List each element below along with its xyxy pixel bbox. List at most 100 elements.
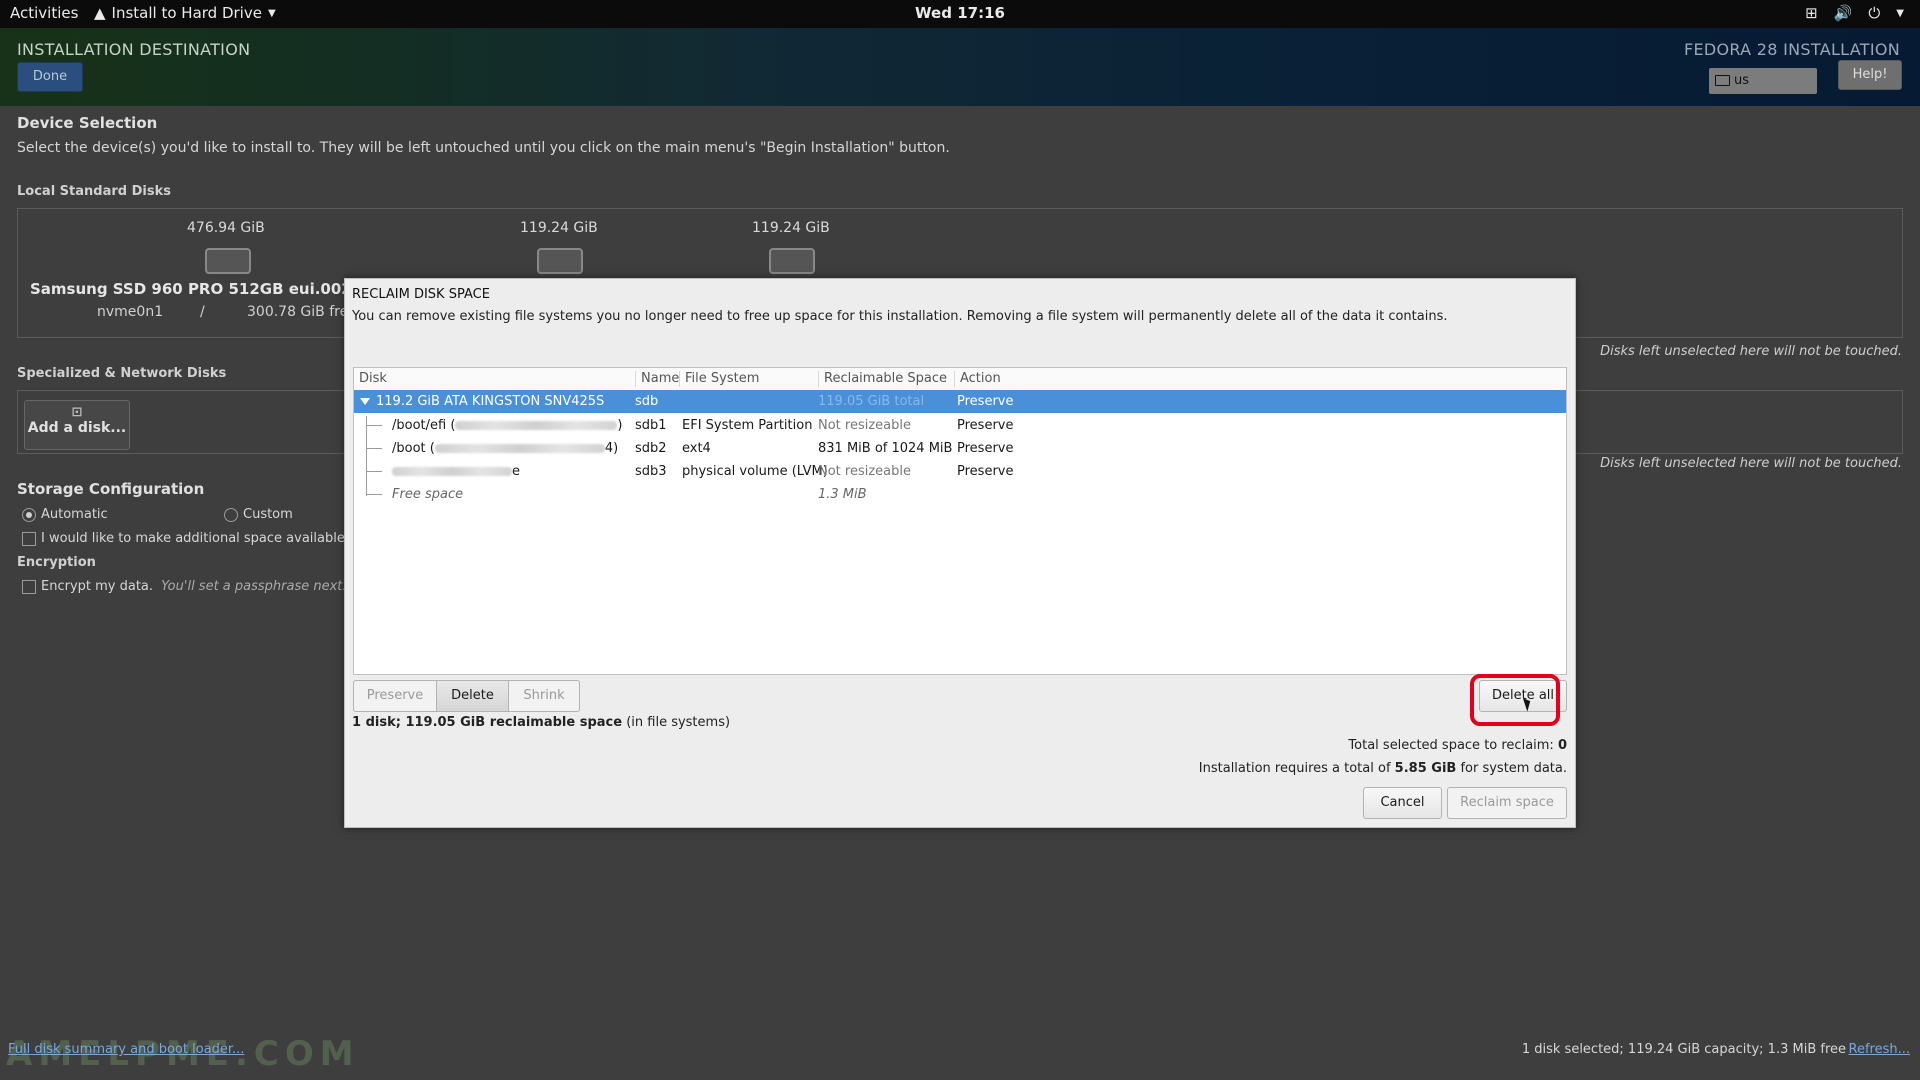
redacted-text (455, 421, 618, 430)
gnome-top-bar: Activities ▲ Install to Hard Drive ▼ Wed… (0, 0, 1920, 28)
app-menu[interactable]: ▲ Install to Hard Drive ▼ (94, 4, 276, 22)
name-cell: sdb2 (635, 441, 667, 456)
encrypt-checkbox[interactable]: Encrypt my data. You'll set a passphrase… (22, 579, 347, 594)
tree-row-disk-sdb[interactable]: 119.2 GiB ATA KINGSTON SNV425S sdb 119.0… (354, 390, 1566, 413)
disk-tree-view[interactable]: Disk Name File System Reclaimable Space … (353, 367, 1567, 675)
chevron-down-icon[interactable]: ▼ (1896, 8, 1904, 19)
disk-cell: Free space (392, 487, 464, 502)
activities-button[interactable]: Activities (10, 4, 78, 22)
spoke-header: INSTALLATION DESTINATION Done FEDORA 28 … (0, 28, 1920, 106)
redacted-text (392, 467, 512, 476)
additional-space-checkbox[interactable]: I would like to make additional space av… (22, 531, 349, 546)
disk-size: 119.24 GiB (520, 220, 598, 236)
disk-free: 300.78 GiB fre (247, 304, 349, 320)
checkbox-icon (22, 579, 36, 594)
reclaimable-cell: 831 MiB of 1024 MiB (818, 441, 953, 456)
disk-device: nvme0n1 (97, 304, 164, 320)
name-cell: sdb (635, 394, 659, 409)
help-button[interactable]: Help! (1838, 60, 1902, 90)
refresh-link[interactable]: Refresh... (1849, 1042, 1911, 1057)
custom-radio[interactable]: Custom (224, 507, 293, 522)
action-cell: Preserve (957, 394, 1014, 409)
column-header-disk[interactable]: Disk (354, 371, 635, 387)
action-cell: Preserve (957, 441, 1014, 456)
clock[interactable]: Wed 17:16 (0, 4, 1920, 22)
keyboard-icon (1715, 75, 1730, 86)
disk-tile-3[interactable]: 119.24 GiB (732, 214, 852, 274)
tree-row-free-space[interactable]: Free space 1.3 MiB (354, 483, 1566, 506)
reclaimable-cell: Not resizeable (818, 464, 911, 479)
disk-cell: e (392, 460, 520, 483)
product-title: FEDORA 28 INSTALLATION (1683, 40, 1900, 59)
reclaimable-cell: 1.3 MiB (818, 487, 867, 502)
name-cell: sdb3 (635, 464, 667, 479)
reclaim-disk-space-dialog: RECLAIM DISK SPACE You can remove existi… (344, 278, 1576, 828)
system-tray[interactable]: ⊞ 🔊 ⏻ ▼ (1805, 4, 1904, 22)
hard-disk-icon (205, 248, 251, 274)
cancel-button[interactable]: Cancel (1363, 787, 1442, 819)
untouched-note: Disks left unselected here will not be t… (1600, 344, 1902, 359)
done-button[interactable]: Done (17, 62, 83, 92)
dialog-title: RECLAIM DISK SPACE (352, 287, 490, 302)
local-disks-title: Local Standard Disks (17, 184, 171, 199)
storage-config-title: Storage Configuration (17, 480, 205, 498)
disk-cell: /boot (4) (392, 441, 619, 456)
file-system-cell: physical volume (LVM) (682, 464, 828, 479)
column-header-action[interactable]: Action (954, 371, 1080, 387)
delete-button[interactable]: Delete (436, 680, 509, 712)
encrypt-label: Encrypt my data. (41, 579, 154, 594)
full-disk-summary-link[interactable]: Full disk summary and boot loader... (8, 1042, 244, 1057)
reclaimable-cell: Not resizeable (818, 418, 911, 433)
chevron-down-icon: ▼ (267, 7, 276, 19)
total-selected-text: Total selected space to reclaim: 0 (1348, 738, 1567, 753)
expander-down-icon[interactable] (360, 398, 370, 405)
installer-app-icon: ▲ (94, 4, 106, 22)
name-cell: sdb1 (635, 418, 667, 433)
add-disk-label: Add a disk... (27, 420, 127, 436)
disk-name: Samsung SSD 960 PRO 512GB eui.0025385 (30, 280, 394, 298)
installation-requires-text: Installation requires a total of 5.85 Gi… (1198, 761, 1567, 776)
tree-header: Disk Name File System Reclaimable Space … (354, 368, 1566, 391)
tree-row-sdb3[interactable]: e sdb3 physical volume (LVM) Not resizea… (354, 460, 1566, 483)
hard-disk-selected-icon (769, 248, 815, 274)
radio-unchecked-icon (224, 507, 238, 522)
hard-disk-icon (537, 248, 583, 274)
app-menu-label: Install to Hard Drive (111, 4, 262, 22)
tree-row-sdb1[interactable]: /boot/efi () sdb1 EFI System Partition N… (354, 414, 1566, 437)
highlight-annotation (1470, 674, 1560, 726)
reclaim-space-button[interactable]: Reclaim space (1447, 787, 1567, 819)
power-icon[interactable]: ⏻ (1868, 4, 1880, 22)
network-disks-title: Specialized & Network Disks (17, 366, 227, 381)
redacted-text (434, 444, 605, 453)
volume-icon[interactable]: 🔊 (1834, 4, 1853, 22)
preserve-button[interactable]: Preserve (353, 680, 437, 712)
disk-cell: 119.2 GiB ATA KINGSTON SNV425S (356, 390, 604, 413)
device-selection-title: Device Selection (17, 114, 158, 132)
automatic-radio[interactable]: Automatic (22, 507, 108, 522)
tree-row-sdb2[interactable]: /boot (4) sdb2 ext4 831 MiB of 1024 MiB … (354, 437, 1566, 460)
additional-space-label: I would like to make additional space av… (41, 531, 349, 546)
keyboard-layout-label: us (1734, 73, 1750, 88)
column-header-reclaimable-space[interactable]: Reclaimable Space (818, 371, 954, 387)
encryption-title: Encryption (17, 555, 96, 570)
network-icon[interactable]: ⊞ (1805, 4, 1818, 22)
reclaimable-summary: 1 disk; 119.05 GiB reclaimable space (in… (352, 715, 731, 730)
device-selection-description: Select the device(s) you'd like to insta… (17, 140, 950, 156)
custom-label: Custom (243, 507, 293, 522)
radio-checked-icon (22, 507, 36, 522)
disk-status-text: 1 disk selected; 119.24 GiB capacity; 1.… (1521, 1042, 1846, 1057)
dialog-description: You can remove existing file systems you… (352, 309, 1448, 324)
shrink-button[interactable]: Shrink (508, 680, 580, 712)
add-disk-button[interactable]: ⊡ Add a disk... (24, 400, 130, 450)
column-header-file-system[interactable]: File System (679, 371, 817, 387)
checkbox-icon (22, 531, 36, 546)
action-cell: Preserve (957, 464, 1014, 479)
automatic-label: Automatic (41, 507, 108, 522)
disk-size: 119.24 GiB (752, 220, 830, 236)
keyboard-layout-indicator[interactable]: us (1709, 68, 1817, 94)
file-system-cell: ext4 (682, 441, 711, 456)
untouched-note-2: Disks left unselected here will not be t… (1600, 456, 1902, 471)
column-header-name[interactable]: Name (635, 371, 679, 387)
disk-tile-2[interactable]: 119.24 GiB (500, 214, 620, 274)
spoke-title: INSTALLATION DESTINATION (17, 40, 251, 59)
